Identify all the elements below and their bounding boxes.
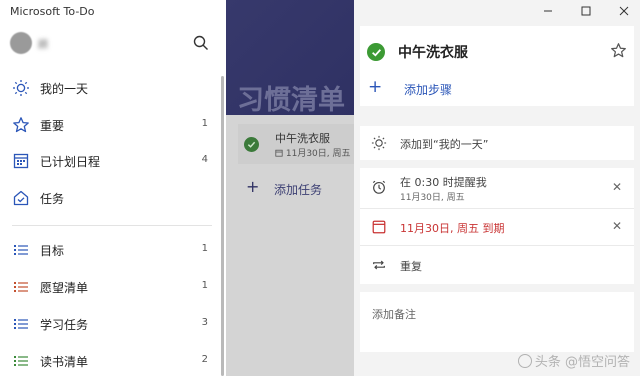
task-row[interactable]: 中午洗衣服 11月30日, 周五 [238,124,354,164]
sidebar-item-label: 学习任务 [40,318,89,332]
repeat-row[interactable]: 重复 [360,246,634,284]
reminder-date: 11月30日, 周五 [400,193,465,203]
note-card[interactable]: 添加备注 [360,292,634,352]
sidebar-item-study-tasks[interactable]: 学习任务 3 [0,309,220,339]
calendar-icon [370,218,388,236]
task-title[interactable]: 中午洗衣服 [398,42,468,62]
completed-checkmark-icon[interactable] [244,137,259,152]
sidebar-item-count: 4 [201,154,208,165]
reminder-row[interactable]: 在 0:30 时提醒我 11月30日, 周五 ✕ [360,168,634,208]
close-window-button[interactable] [614,3,634,19]
list-icon [12,278,30,296]
sidebar-item-label: 目标 [40,244,65,258]
sidebar-item-important[interactable]: 重要 1 [0,110,220,140]
avatar [10,32,32,54]
repeat-icon [370,256,388,274]
due-date-text: 11月30日, 周五 到期 [400,222,505,235]
sidebar-item-label: 我的一天 [40,82,89,96]
sidebar-item-reading-list[interactable]: 读书清单 2 [0,346,220,376]
maximize-icon [581,6,591,16]
user-profile[interactable]: 顾 [8,30,220,56]
list-icon [12,315,30,333]
sidebar-item-count: 1 [201,243,208,254]
list-icon [12,352,30,370]
sidebar-item-count: 2 [201,354,208,365]
sidebar-item-label: 愿望清单 [40,281,89,295]
plus-icon: + [246,177,260,196]
sidebar-item-count: 1 [201,118,208,129]
add-task-button[interactable]: + 添加任务 [246,178,354,198]
app-title: Microsoft To-Do [10,5,95,18]
list-title: 习惯清单 [237,85,345,116]
reminder-text: 在 0:30 时提醒我 [400,176,487,189]
sidebar: Microsoft To-Do 顾 我的一天 重要 1 已计划日程 4 任务 目… [0,0,226,376]
sidebar-item-planned[interactable]: 已计划日程 4 [0,146,220,176]
completed-checkmark-icon[interactable] [367,43,385,61]
task-due-text: 11月30日, 周五 [285,149,351,159]
task-header-card: 中午洗衣服 + 添加步骤 [360,26,634,106]
sidebar-item-label: 读书清单 [40,355,89,369]
reminder-due-repeat-card: 在 0:30 时提醒我 11月30日, 周五 ✕ 11月30日, 周五 到期 ✕… [360,168,634,284]
add-to-my-day-label: 添加到“我的一天” [400,138,489,151]
user-name: 顾 [38,40,80,51]
task-detail-pane: 中午洗衣服 + 添加步骤 添加到“我的一天” 在 0:30 时提醒我 11月30… [354,0,640,376]
add-step-button[interactable]: + 添加步骤 [368,77,568,98]
sidebar-item-label: 重要 [40,119,65,133]
home-icon [12,189,30,207]
list-icon [12,241,30,259]
due-date-row[interactable]: 11月30日, 周五 到期 ✕ [360,209,634,245]
maximize-button[interactable] [576,3,596,19]
sidebar-item-label: 任务 [40,192,65,206]
minimize-icon [544,10,552,12]
sidebar-item-tasks[interactable]: 任务 [0,183,220,213]
close-icon [619,6,629,16]
sun-icon [12,79,30,97]
sidebar-scrollbar[interactable] [221,76,224,376]
calendar-icon [275,149,283,157]
add-step-label: 添加步骤 [404,83,453,97]
repeat-label: 重复 [400,260,422,273]
sidebar-item-my-day[interactable]: 我的一天 [0,73,220,103]
alarm-clock-icon [370,178,388,196]
sun-icon [370,134,388,152]
sidebar-item-count: 1 [201,280,208,291]
search-icon [193,35,208,50]
star-icon [610,42,626,57]
star-icon [12,116,30,134]
remove-due-date-button[interactable]: ✕ [612,219,622,233]
add-task-label: 添加任务 [274,183,323,197]
watermark: 头条 @悟空问答 [517,351,630,370]
note-placeholder[interactable]: 添加备注 [372,306,416,322]
task-title: 中午洗衣服 [275,132,330,145]
sidebar-item-label: 已计划日程 [40,155,101,169]
search-button[interactable] [190,32,212,54]
important-star-button[interactable] [608,40,628,60]
add-to-my-day-card[interactable]: 添加到“我的一天” [360,126,634,160]
sidebar-divider [12,225,212,226]
plus-icon: + [368,77,383,97]
task-due-date: 11月30日, 周五 [275,146,351,159]
sidebar-item-count: 3 [201,317,208,328]
calendar-icon [12,152,30,170]
remove-reminder-button[interactable]: ✕ [612,180,622,194]
sidebar-item-wishlist[interactable]: 愿望清单 1 [0,272,220,302]
list-view: 习惯清单 中午洗衣服 11月30日, 周五 + 添加任务 [226,0,354,376]
sidebar-item-goals[interactable]: 目标 1 [0,235,220,265]
minimize-button[interactable] [538,3,558,19]
